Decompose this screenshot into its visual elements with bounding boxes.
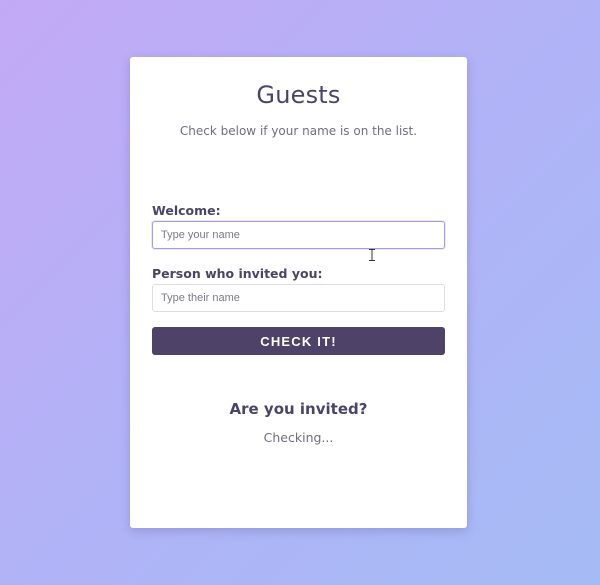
inviter-input[interactable] xyxy=(152,284,445,312)
text-cursor-icon xyxy=(369,249,375,261)
guest-card: Guests Check below if your name is on th… xyxy=(130,57,467,528)
page-subtitle: Check below if your name is on the list. xyxy=(179,124,418,138)
inviter-label: Person who invited you: xyxy=(152,266,323,281)
page-title: Guests xyxy=(256,81,341,109)
welcome-label: Welcome: xyxy=(152,203,221,218)
result-title: Are you invited? xyxy=(229,400,368,418)
result-status: Checking... xyxy=(263,430,334,445)
name-input[interactable] xyxy=(152,221,445,249)
check-button[interactable]: CHECK IT! xyxy=(152,327,445,355)
